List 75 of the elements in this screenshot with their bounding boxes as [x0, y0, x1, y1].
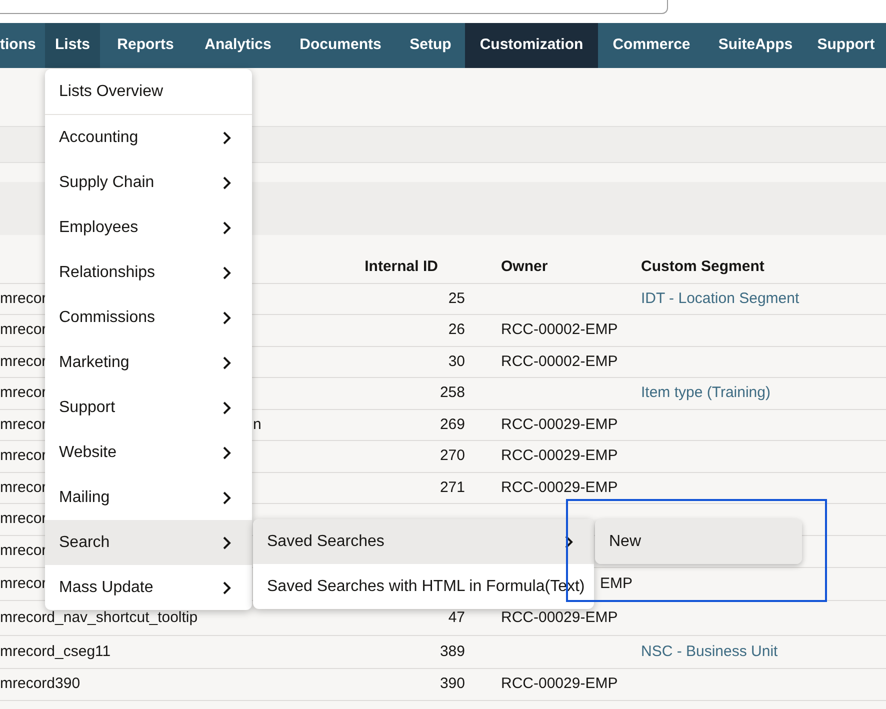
table-cell: 269 — [440, 416, 465, 433]
menu-item[interactable]: New — [595, 519, 802, 564]
table-cell-text: n — [253, 414, 262, 435]
table-cell: RCC-00002-EMP — [501, 321, 618, 338]
table-cell-text: mrecord_cseg11 — [0, 642, 111, 662]
menu-item[interactable]: Lists Overview — [45, 69, 252, 115]
table-cell: 271 — [440, 478, 465, 496]
table-cell: RCC-00002-EMP — [501, 352, 618, 370]
nav-tab[interactable]: tions — [0, 23, 45, 68]
table-cell: 30 — [448, 352, 465, 370]
chevron-right-icon — [222, 130, 232, 144]
chevron-right-icon — [222, 266, 232, 280]
column-header: Owner — [501, 258, 548, 276]
chevron-right-icon — [222, 536, 232, 550]
chevron-right-icon — [222, 490, 232, 504]
menu-item[interactable]: Accounting — [45, 115, 252, 160]
table-cell-text: mrecor — [0, 352, 47, 372]
nav-tab[interactable]: Documents — [285, 23, 396, 68]
menu-item[interactable]: Employees — [45, 205, 252, 250]
chevron-right-icon — [564, 534, 574, 548]
table-cell: 390 — [440, 675, 465, 692]
table-cell-text: mrecor — [0, 446, 47, 466]
menu-item[interactable]: Supply Chain — [45, 160, 252, 205]
table-cell-text: mrecor — [0, 574, 47, 594]
nav-tab[interactable]: Reports — [100, 23, 191, 68]
table-cell: RCC-00029-EMP — [501, 447, 618, 464]
table-cell: RCC-00029-EMP — [501, 478, 618, 496]
table-cell: RCC-00029-EMP — [501, 608, 618, 626]
table-cell-text: mrecor — [0, 414, 47, 435]
nav-tab[interactable]: SuiteApps — [705, 23, 806, 68]
menu-item[interactable]: Search — [45, 520, 252, 565]
table-cell-text: mrecor — [0, 509, 47, 530]
chevron-right-icon — [222, 446, 232, 460]
nav-tab[interactable]: Commerce — [598, 23, 705, 68]
chevron-right-icon — [222, 580, 232, 594]
menu-item[interactable]: Marketing — [45, 340, 252, 385]
chevron-right-icon — [222, 220, 232, 234]
menu-item[interactable]: Relationships — [45, 250, 252, 295]
table-cell: 26 — [448, 321, 465, 338]
table-cell: EMP — [600, 574, 633, 592]
menu-item[interactable]: Commissions — [45, 295, 252, 340]
table-cell: 25 — [448, 290, 465, 307]
nav-tab[interactable]: Analytics — [191, 23, 285, 68]
column-header: Custom Segment — [641, 258, 764, 276]
menu-item[interactable]: Mailing — [45, 475, 252, 520]
table-cell-text: mrecor — [0, 383, 47, 404]
table-cell-text: mrecord390 — [0, 674, 80, 694]
nav-tab[interactable]: Support — [806, 23, 886, 68]
table-cell-text: mrecor — [0, 320, 47, 340]
table-cell: 389 — [440, 642, 465, 660]
menu-item[interactable]: Website — [45, 430, 252, 475]
table-cell: 47 — [448, 608, 465, 626]
nav-tab[interactable]: Customization — [465, 23, 598, 68]
table-cell-text: mrecor — [0, 541, 47, 562]
chevron-right-icon — [222, 400, 232, 414]
column-header: Internal ID — [364, 258, 438, 276]
chevron-right-icon — [222, 356, 232, 370]
nav-tab[interactable]: Setup — [396, 23, 465, 68]
table-cell-text: mrecord_nav_shortcut_tooltip — [0, 608, 198, 628]
search-field[interactable] — [0, 0, 668, 14]
table-cell: 270 — [440, 447, 465, 464]
table-cell-text: mrecor — [0, 478, 47, 498]
table-cell: RCC-00029-EMP — [501, 675, 618, 692]
table-cell-text: mrecor — [0, 288, 47, 309]
segment-link[interactable]: IDT - Location Segment — [641, 290, 800, 307]
chevron-right-icon — [222, 310, 232, 324]
table-cell: 258 — [440, 384, 465, 402]
chevron-right-icon — [222, 176, 232, 190]
table-cell: RCC-00029-EMP — [501, 416, 618, 433]
segment-link[interactable]: NSC - Business Unit — [641, 642, 778, 660]
segment-link[interactable]: Item type (Training) — [641, 384, 770, 402]
nav-tab[interactable]: Lists — [45, 23, 100, 68]
menu-item[interactable]: Mass Update — [45, 565, 252, 610]
menu-item[interactable]: Saved Searches — [253, 519, 594, 564]
menu-item[interactable]: Support — [45, 385, 252, 430]
